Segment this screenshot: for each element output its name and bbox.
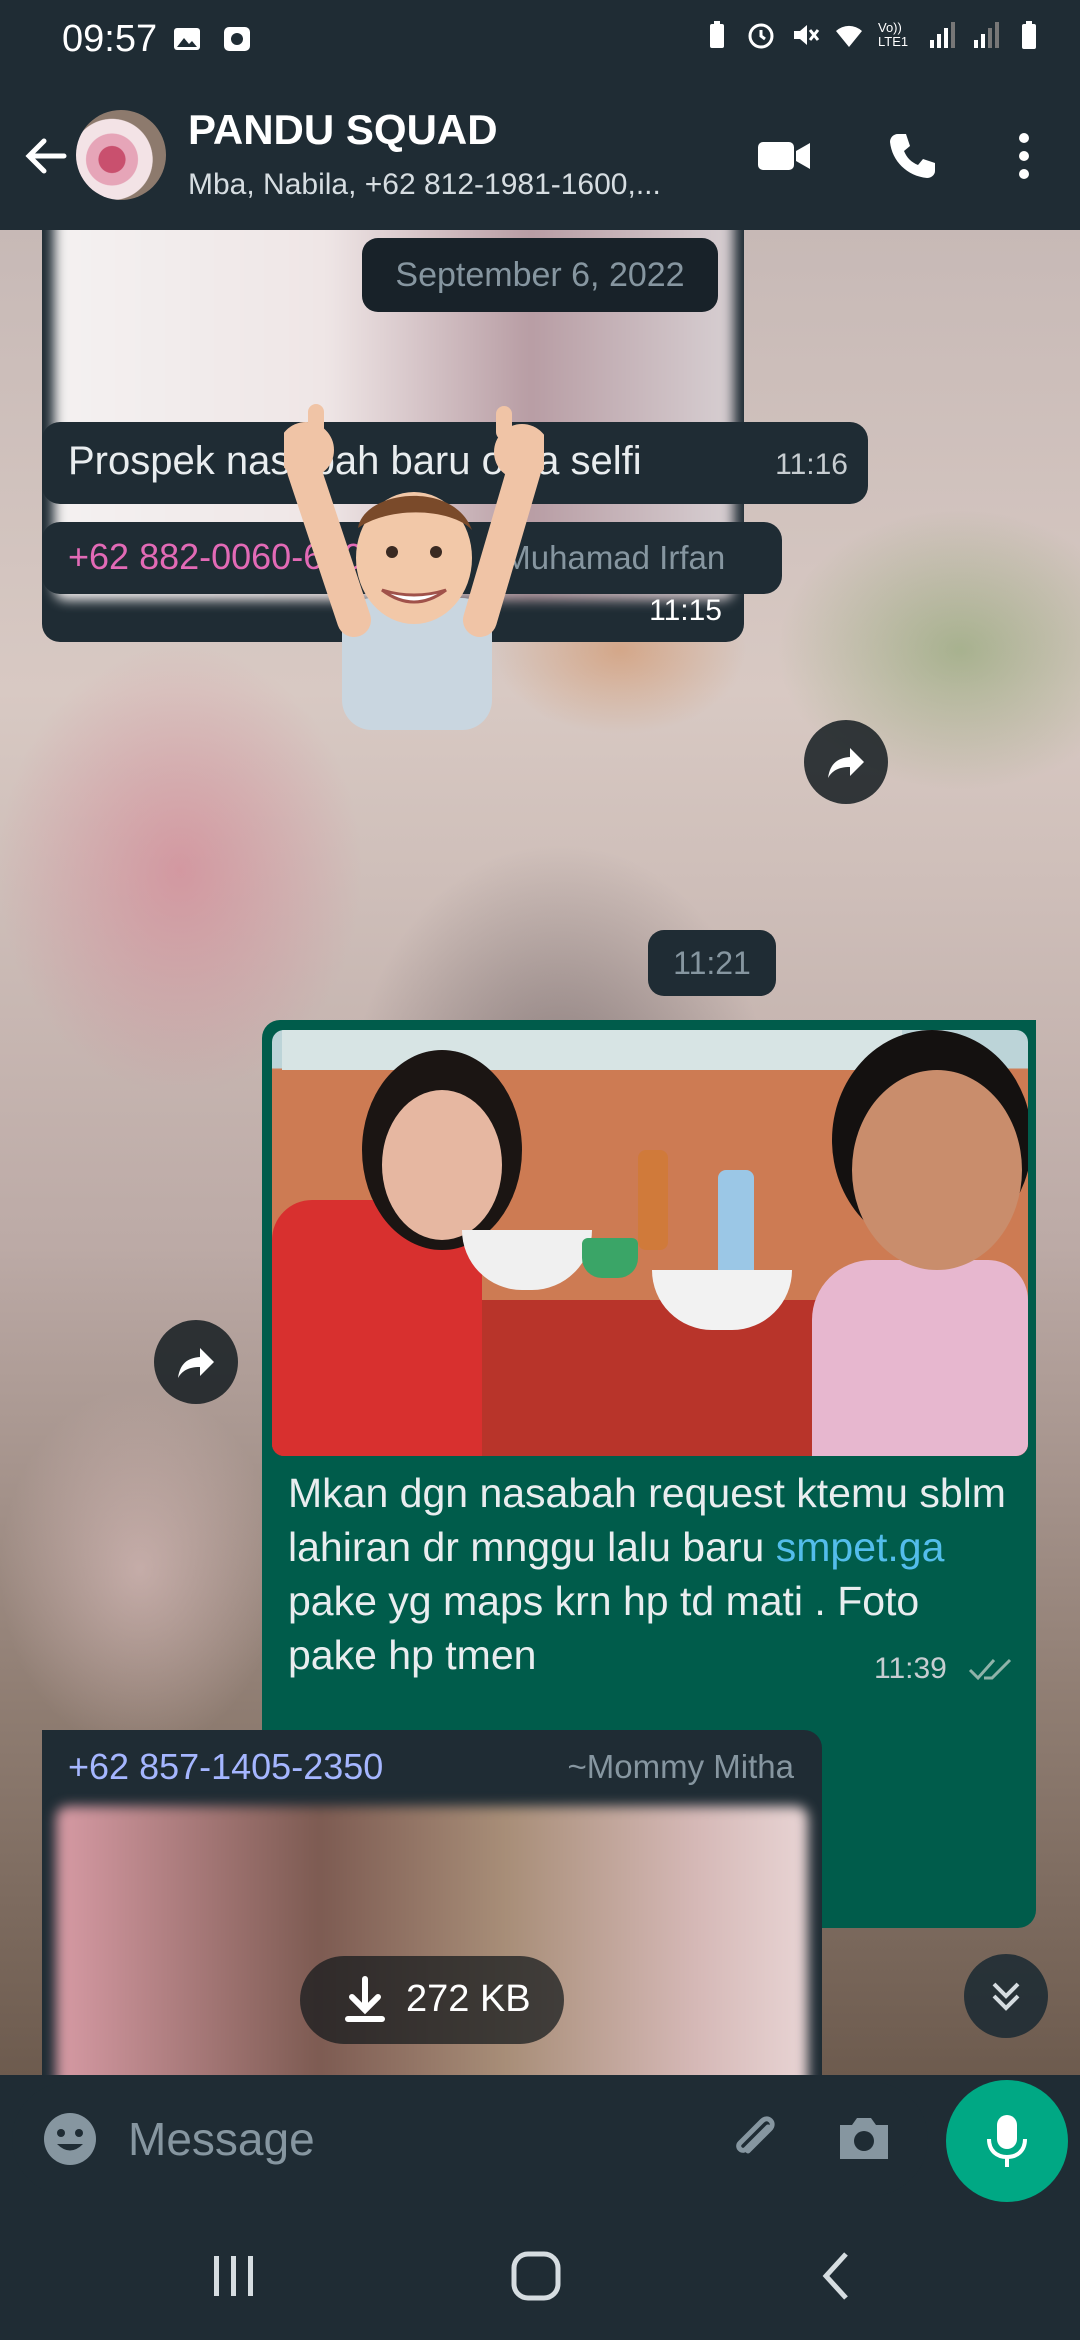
alarm-icon — [748, 23, 774, 49]
chat-area[interactable]: 11:15 September 6, 2022 Prospek nasabah … — [0, 230, 1080, 2075]
download-icon — [345, 1976, 385, 2022]
camera-icon[interactable] — [832, 2107, 896, 2171]
voice-call-icon[interactable] — [880, 124, 944, 188]
caption-text-after: pake yg maps krn hp td mati . Foto pake … — [288, 1578, 920, 1678]
attach-icon[interactable] — [724, 2107, 788, 2171]
status-time: 09:57 — [62, 18, 158, 60]
voice-message-button[interactable] — [946, 2080, 1068, 2202]
message-time: 11:39 — [874, 1652, 947, 1685]
message-time: 11:16 — [775, 448, 848, 481]
chat-header: PANDU SQUAD Mba, Nabila, +62 812-1981-16… — [0, 84, 1080, 230]
signal-1-icon — [930, 22, 955, 48]
food-photo[interactable] — [272, 1030, 1028, 1456]
date-chip: September 6, 2022 — [362, 238, 718, 312]
signal-2-icon — [974, 22, 999, 48]
group-participants[interactable]: Mba, Nabila, +62 812-1981-1600,... — [188, 168, 718, 202]
thumbs-up-kid-sticker[interactable] — [284, 400, 544, 730]
download-size: 272 KB — [406, 1978, 531, 2020]
download-button[interactable]: 272 KB — [300, 1956, 564, 2044]
sender-name: ~Mommy Mitha — [567, 1748, 794, 1785]
recent-apps-icon[interactable] — [204, 2246, 264, 2306]
message-input-bar[interactable]: Message — [12, 2082, 928, 2196]
home-icon[interactable] — [506, 2246, 566, 2306]
battery-icon — [1022, 21, 1036, 49]
sticker-time: 11:21 — [648, 930, 776, 996]
more-vert-icon[interactable] — [992, 124, 1056, 188]
forward-icon — [828, 748, 864, 778]
wifi-icon — [836, 25, 862, 47]
media-notification-icon — [224, 27, 250, 51]
message-time: 11:15 — [649, 594, 722, 627]
double-chevron-down-icon — [992, 1982, 1020, 2011]
photo-caption: Mkan dgn nasabah request ktemu sblm lahi… — [288, 1466, 1008, 1682]
forward-button[interactable] — [154, 1320, 238, 1404]
back-arrow-icon[interactable] — [18, 128, 74, 184]
system-nav-bar — [0, 2214, 1080, 2340]
scroll-to-bottom-button[interactable] — [964, 1954, 1048, 2038]
mute-icon — [794, 25, 820, 45]
nav-back-icon[interactable] — [808, 2246, 868, 2306]
video-call-icon[interactable] — [752, 124, 816, 188]
group-avatar[interactable] — [76, 110, 166, 200]
gallery-notification-icon — [174, 28, 200, 50]
battery-saver-icon — [710, 21, 724, 48]
microphone-icon — [987, 2115, 1027, 2167]
caption-link[interactable]: smpet.ga — [776, 1524, 945, 1570]
volte-label: Vo)) LTE1 — [878, 20, 909, 49]
status-bar: 09:57 Vo)) LTE1 — [0, 0, 1080, 84]
forward-button[interactable] — [804, 720, 888, 804]
message-input[interactable]: Message — [128, 2112, 315, 2166]
emoji-icon[interactable] — [40, 2109, 100, 2169]
forward-icon — [178, 1348, 214, 1378]
sender-number[interactable]: +62 857-1405-2350 — [68, 1746, 383, 1788]
read-receipt-icon — [968, 1658, 1012, 1681]
group-title[interactable]: PANDU SQUAD — [188, 106, 498, 154]
